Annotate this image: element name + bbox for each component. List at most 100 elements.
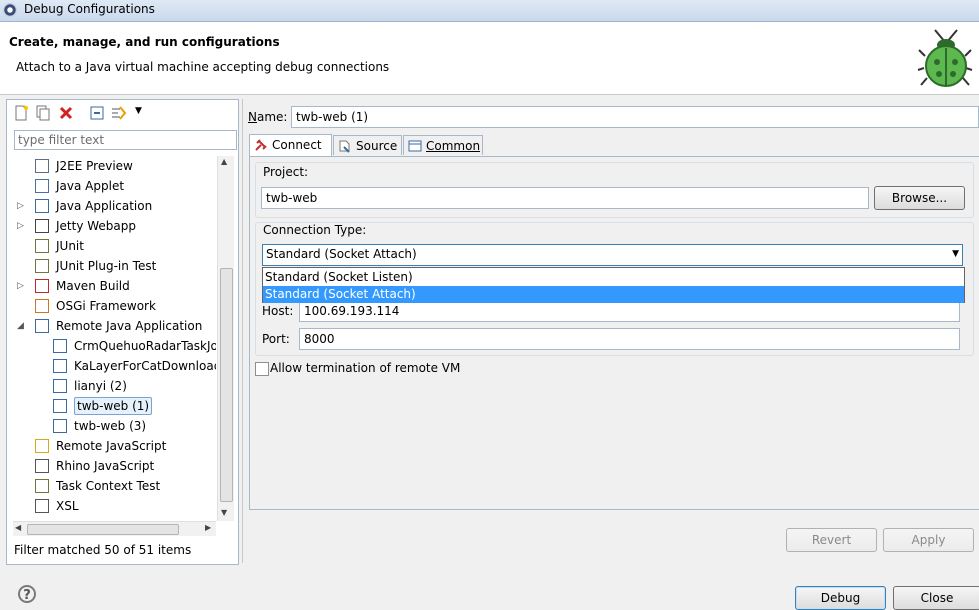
tree-item[interactable]: OSGi Framework bbox=[13, 296, 216, 316]
debug-bug-icon bbox=[917, 29, 973, 87]
eclipse-icon bbox=[3, 3, 17, 17]
tab-connect[interactable]: Connect bbox=[249, 134, 332, 156]
header-title: Create, manage, and run configurations bbox=[9, 35, 280, 49]
tree-item[interactable]: lianyi (2) bbox=[13, 376, 216, 396]
chevron-down-icon[interactable]: ▼ bbox=[952, 249, 959, 259]
remote-config-icon bbox=[53, 399, 67, 413]
connection-type-dropdown[interactable]: Standard (Socket Listen) Standard (Socke… bbox=[262, 267, 965, 303]
tree-item[interactable]: Remote JavaScript bbox=[13, 436, 216, 456]
tree-item-label: XSL bbox=[56, 499, 79, 513]
apply-button[interactable]: Apply bbox=[883, 528, 974, 552]
scroll-thumb[interactable] bbox=[27, 524, 179, 535]
tree-item-label: lianyi (2) bbox=[74, 379, 127, 393]
scroll-left-icon[interactable]: ◀ bbox=[15, 523, 21, 532]
tree-item-label: Remote Java Application bbox=[56, 319, 203, 333]
filter-status: Filter matched 50 of 51 items bbox=[14, 543, 192, 557]
tree-item-label: JUnit bbox=[56, 239, 84, 253]
configuration-tree[interactable]: J2EE Preview Java Applet ▷ Java Application… bbox=[13, 156, 216, 521]
connection-type-label: Connection Type: bbox=[263, 223, 367, 237]
tree-item-label: Rhino JavaScript bbox=[56, 459, 155, 473]
scroll-down-icon[interactable]: ▼ bbox=[221, 508, 227, 517]
port-label: Port: bbox=[262, 332, 290, 346]
tree-item[interactable]: JUnit Plug-in Test bbox=[13, 256, 216, 276]
common-icon bbox=[408, 140, 422, 152]
allow-termination-checkbox[interactable] bbox=[255, 362, 269, 376]
remote-javascript-icon bbox=[35, 439, 49, 453]
filter-input[interactable]: type filter text bbox=[14, 130, 237, 150]
header-subtitle: Attach to a Java virtual machine accepti… bbox=[16, 60, 390, 74]
tree-item-label: J2EE Preview bbox=[56, 159, 133, 173]
collapse-all-icon[interactable] bbox=[89, 105, 105, 121]
revert-button[interactable]: Revert bbox=[786, 528, 877, 552]
junit-icon bbox=[35, 239, 49, 253]
tree-item[interactable]: CrmQuehuoRadarTaskJo bbox=[13, 336, 216, 356]
tab-label: Connect bbox=[272, 138, 322, 152]
scroll-right-icon[interactable]: ▶ bbox=[205, 523, 211, 532]
tree-item[interactable]: ▷ Jetty Webapp bbox=[13, 216, 216, 236]
tree-expander-icon[interactable]: ▷ bbox=[17, 276, 27, 296]
tree-item-label: Remote JavaScript bbox=[56, 439, 167, 453]
tab-label: Source bbox=[356, 139, 398, 153]
window-title: Debug Configurations bbox=[24, 2, 155, 16]
tree-item-label: JUnit Plug-in Test bbox=[56, 259, 157, 273]
remote-config-icon bbox=[53, 339, 67, 353]
tree-item-label: Java Application bbox=[56, 199, 153, 213]
name-field[interactable]: twb-web (1) bbox=[291, 106, 979, 128]
project-field[interactable]: twb-web bbox=[261, 187, 869, 209]
tree-item[interactable]: ▷ Java Application bbox=[13, 196, 216, 216]
tree-item-label: Jetty Webapp bbox=[56, 219, 136, 233]
tree-item[interactable]: Rhino JavaScript bbox=[13, 456, 216, 476]
close-button[interactable]: Close bbox=[893, 586, 979, 610]
help-icon[interactable]: ? bbox=[18, 585, 36, 603]
tree-item[interactable]: KaLayerForCatDownloac bbox=[13, 356, 216, 376]
tree-item-label: KaLayerForCatDownloac bbox=[74, 359, 216, 373]
task-context-icon bbox=[35, 479, 49, 493]
project-label: Project: bbox=[263, 165, 309, 179]
tree-item[interactable]: twb-web (3) bbox=[13, 416, 216, 436]
tree-item[interactable]: XSL bbox=[13, 496, 216, 516]
title-bar: Debug Configurations bbox=[0, 0, 979, 22]
tree-item[interactable]: ▷ Maven Build bbox=[13, 276, 216, 296]
tree-item[interactable]: Task Context Test bbox=[13, 476, 216, 496]
new-configuration-icon[interactable] bbox=[13, 105, 29, 121]
tree-item[interactable]: J2EE Preview bbox=[13, 156, 216, 176]
delete-icon[interactable] bbox=[58, 105, 74, 121]
host-field[interactable]: 100.69.193.114 bbox=[299, 300, 960, 322]
configuration-list-pane: ▼ type filter text J2EE Preview Java Appl… bbox=[6, 99, 239, 565]
name-label-text: ame: bbox=[256, 110, 288, 124]
tree-item[interactable]: JUnit bbox=[13, 236, 216, 256]
browse-button[interactable]: Browse... bbox=[874, 186, 965, 210]
port-field[interactable]: 8000 bbox=[299, 328, 960, 350]
duplicate-icon[interactable] bbox=[35, 105, 51, 121]
option-socket-listen[interactable]: Standard (Socket Listen) bbox=[263, 269, 964, 286]
remote-config-icon bbox=[53, 379, 67, 393]
tree-item[interactable]: Java Applet bbox=[13, 176, 216, 196]
tree-horizontal-scrollbar[interactable]: ◀ ▶ bbox=[13, 521, 216, 536]
tab-source[interactable]: Source bbox=[333, 135, 402, 155]
tree-expander-icon[interactable]: ◢ bbox=[17, 316, 27, 336]
java-application-icon bbox=[35, 199, 49, 213]
tree-vertical-scrollbar[interactable]: ▲ ▼ bbox=[217, 156, 234, 521]
connect-icon bbox=[255, 139, 267, 151]
filter-configurations-icon[interactable] bbox=[111, 105, 127, 121]
junit-plugin-icon bbox=[35, 259, 49, 273]
scroll-up-icon[interactable]: ▲ bbox=[221, 157, 227, 166]
maven-icon bbox=[35, 279, 49, 293]
chevron-down-icon[interactable]: ▼ bbox=[135, 106, 142, 116]
name-label: Name: bbox=[248, 110, 288, 124]
tree-item-label: OSGi Framework bbox=[56, 299, 156, 313]
scroll-thumb[interactable] bbox=[220, 268, 233, 502]
tree-expander-icon[interactable]: ▷ bbox=[17, 196, 27, 216]
option-socket-attach[interactable]: Standard (Socket Attach) bbox=[263, 286, 964, 303]
remote-java-icon bbox=[35, 319, 49, 333]
tab-common[interactable]: Common bbox=[403, 135, 483, 155]
tree-item[interactable]: ◢ Remote Java Application bbox=[13, 316, 216, 336]
tab-label: Common bbox=[426, 139, 481, 153]
tree-item[interactable]: twb-web (1) bbox=[13, 396, 216, 416]
dialog-header: Create, manage, and run configurations A… bbox=[0, 22, 979, 95]
tree-expander-icon[interactable]: ▷ bbox=[17, 216, 27, 236]
connection-type-select[interactable]: Standard (Socket Attach) ▼ bbox=[262, 244, 963, 266]
allow-termination-label: Allow termination of remote VM bbox=[270, 361, 461, 375]
tree-item-label: Java Applet bbox=[56, 179, 125, 193]
debug-button[interactable]: Debug bbox=[795, 586, 886, 610]
